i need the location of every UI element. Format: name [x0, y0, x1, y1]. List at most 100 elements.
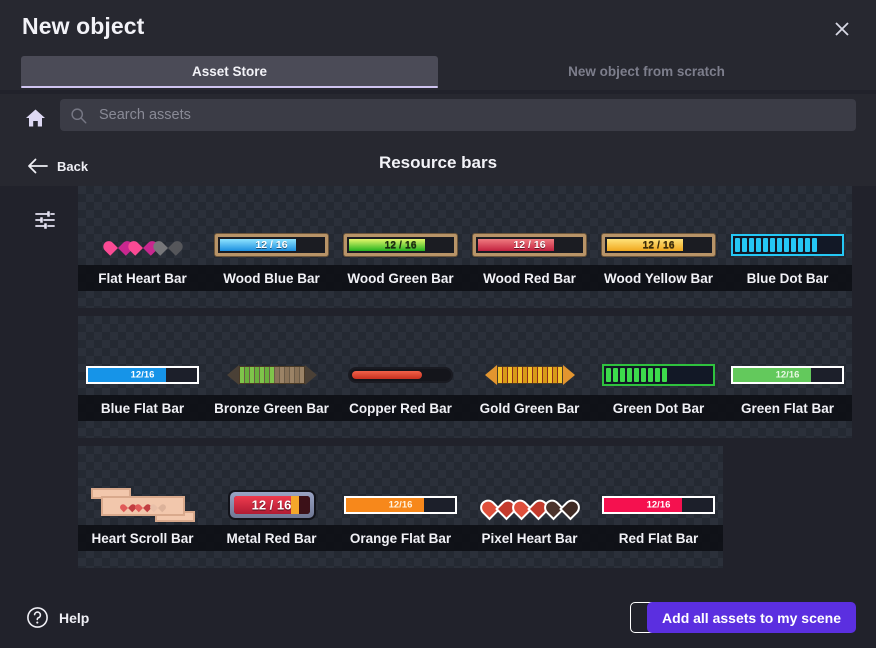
help-label: Help: [59, 610, 89, 626]
asset-copper-red-bar[interactable]: Copper Red Bar: [336, 316, 465, 438]
asset-wood-green-bar[interactable]: 12 / 16 Wood Green Bar: [336, 186, 465, 308]
asset-label: Bronze Green Bar: [207, 395, 336, 421]
bar-value: 12/16: [346, 500, 455, 511]
asset-heart-scroll-bar[interactable]: Heart Scroll Bar: [78, 446, 207, 568]
asset-label: Pixel Heart Bar: [465, 525, 594, 551]
row-empty-space: [723, 446, 852, 568]
wood-yellow-art: 12 / 16: [594, 228, 723, 262]
arrow-left-icon: [27, 158, 48, 174]
heart-icon: [137, 501, 149, 512]
progress-bar: [602, 364, 715, 386]
tab-asset-store[interactable]: Asset Store: [21, 56, 438, 86]
bar-value: 12 / 16: [476, 239, 583, 251]
category-title: Resource bars: [0, 153, 876, 173]
bar-value: 12 / 16: [605, 239, 712, 251]
asset-wood-yellow-bar[interactable]: 12 / 16 Wood Yellow Bar: [594, 186, 723, 308]
progress-bar: 12/16: [344, 496, 457, 514]
progress-bar: [485, 365, 575, 385]
tab-asset-store-label: Asset Store: [192, 64, 267, 79]
blue-dot-art: [723, 228, 852, 262]
progress-bar: 12 / 16: [602, 234, 715, 256]
asset-label: Flat Heart Bar: [78, 265, 207, 291]
asset-label: Orange Flat Bar: [336, 525, 465, 551]
search-bar: Search assets: [0, 94, 876, 146]
asset-grid: Flat Heart Bar 12 / 16 Wood Blue Bar 12 …: [78, 186, 852, 586]
asset-blue-flat-bar[interactable]: 12/16 Blue Flat Bar: [78, 316, 207, 438]
asset-row: 12/16 Blue Flat Bar: [78, 316, 852, 438]
copper-red-art: [336, 358, 465, 392]
search-input[interactable]: Search assets: [60, 99, 856, 131]
search-placeholder: Search assets: [99, 107, 191, 123]
bronze-green-art: [207, 358, 336, 392]
home-icon[interactable]: [23, 105, 48, 130]
progress-bar: 12 / 16: [228, 490, 316, 520]
tab-bar: Asset Store New object from scratch: [0, 56, 876, 90]
breadcrumb: Back Resource bars: [0, 146, 876, 186]
asset-gold-green-bar[interactable]: Gold Green Bar: [465, 316, 594, 438]
asset-label: Green Dot Bar: [594, 395, 723, 421]
asset-blue-dot-bar[interactable]: Blue Dot Bar: [723, 186, 852, 308]
heart-icon: [132, 235, 154, 255]
sliders-filter-icon[interactable]: [30, 205, 60, 235]
asset-metal-red-bar[interactable]: 12 / 16 Metal Red Bar: [207, 446, 336, 568]
gold-green-art: [465, 358, 594, 392]
flat-heart-art: [78, 228, 207, 262]
close-glyph: [833, 20, 851, 38]
asset-label: Wood Green Bar: [336, 265, 465, 291]
close-icon[interactable]: [830, 17, 854, 41]
page-title: New object: [22, 13, 144, 40]
tab-new-object-from-scratch-label: New object from scratch: [568, 64, 725, 79]
bar-value: 12/16: [733, 370, 842, 381]
asset-label: Blue Dot Bar: [723, 265, 852, 291]
bar-value: 12/16: [604, 500, 713, 511]
back-button[interactable]: Back: [27, 155, 88, 177]
wood-green-art: 12 / 16: [336, 228, 465, 262]
asset-bronze-green-bar[interactable]: Bronze Green Bar: [207, 316, 336, 438]
bar-value: 12 / 16: [230, 498, 314, 513]
asset-label: Metal Red Bar: [207, 525, 336, 551]
add-all-assets-button[interactable]: Add all assets to my scene: [647, 602, 856, 633]
new-object-dialog: New object Asset Store New object from s…: [0, 0, 876, 648]
bar-value: 12/16: [88, 370, 197, 381]
progress-bar: 12 / 16: [215, 234, 328, 256]
heart-icon: [122, 501, 134, 512]
progress-bar: 12 / 16: [344, 234, 457, 256]
progress-bar: [348, 367, 453, 383]
asset-label: Wood Blue Bar: [207, 265, 336, 291]
asset-label: Heart Scroll Bar: [78, 525, 207, 551]
asset-green-flat-bar[interactable]: 12/16 Green Flat Bar: [723, 316, 852, 438]
asset-orange-flat-bar[interactable]: 12/16 Orange Flat Bar: [336, 446, 465, 568]
help-button[interactable]: Help: [26, 606, 89, 629]
dialog-footer: Help Close Add all assets to my scene: [0, 586, 876, 648]
asset-label: Red Flat Bar: [594, 525, 723, 551]
sliders-glyph: [34, 209, 56, 231]
asset-label: Wood Yellow Bar: [594, 265, 723, 291]
question-circle-icon: [26, 606, 49, 629]
asset-pixel-heart-bar[interactable]: Pixel Heart Bar: [465, 446, 594, 568]
asset-red-flat-bar[interactable]: 12/16 Red Flat Bar: [594, 446, 723, 568]
asset-wood-blue-bar[interactable]: 12 / 16 Wood Blue Bar: [207, 186, 336, 308]
bar-value: 12 / 16: [347, 239, 454, 251]
red-flat-art: 12/16: [594, 488, 723, 522]
orange-flat-art: 12/16: [336, 488, 465, 522]
heart-scroll-art: [78, 488, 207, 522]
heart-icon-empty: [152, 501, 164, 512]
progress-bar: 12 / 16: [473, 234, 586, 256]
asset-row: Heart Scroll Bar 12 / 16 Metal Red Bar: [78, 446, 852, 568]
asset-green-dot-bar[interactable]: Green Dot Bar: [594, 316, 723, 438]
tab-new-object-from-scratch[interactable]: New object from scratch: [438, 56, 855, 86]
progress-bar: 12/16: [731, 366, 844, 384]
asset-flat-heart-bar[interactable]: Flat Heart Bar: [78, 186, 207, 308]
back-label: Back: [57, 159, 88, 174]
progress-bar: [91, 488, 195, 522]
green-flat-art: 12/16: [723, 358, 852, 392]
heart-icon: [485, 494, 511, 517]
asset-label: Copper Red Bar: [336, 395, 465, 421]
asset-wood-red-bar[interactable]: 12 / 16 Wood Red Bar: [465, 186, 594, 308]
heart-icon-empty: [157, 235, 179, 255]
heart-icon: [107, 235, 129, 255]
heart-icon: [517, 494, 543, 517]
filter-rail: [0, 186, 78, 586]
wood-blue-art: 12 / 16: [207, 228, 336, 262]
progress-bar: 12/16: [86, 366, 199, 384]
